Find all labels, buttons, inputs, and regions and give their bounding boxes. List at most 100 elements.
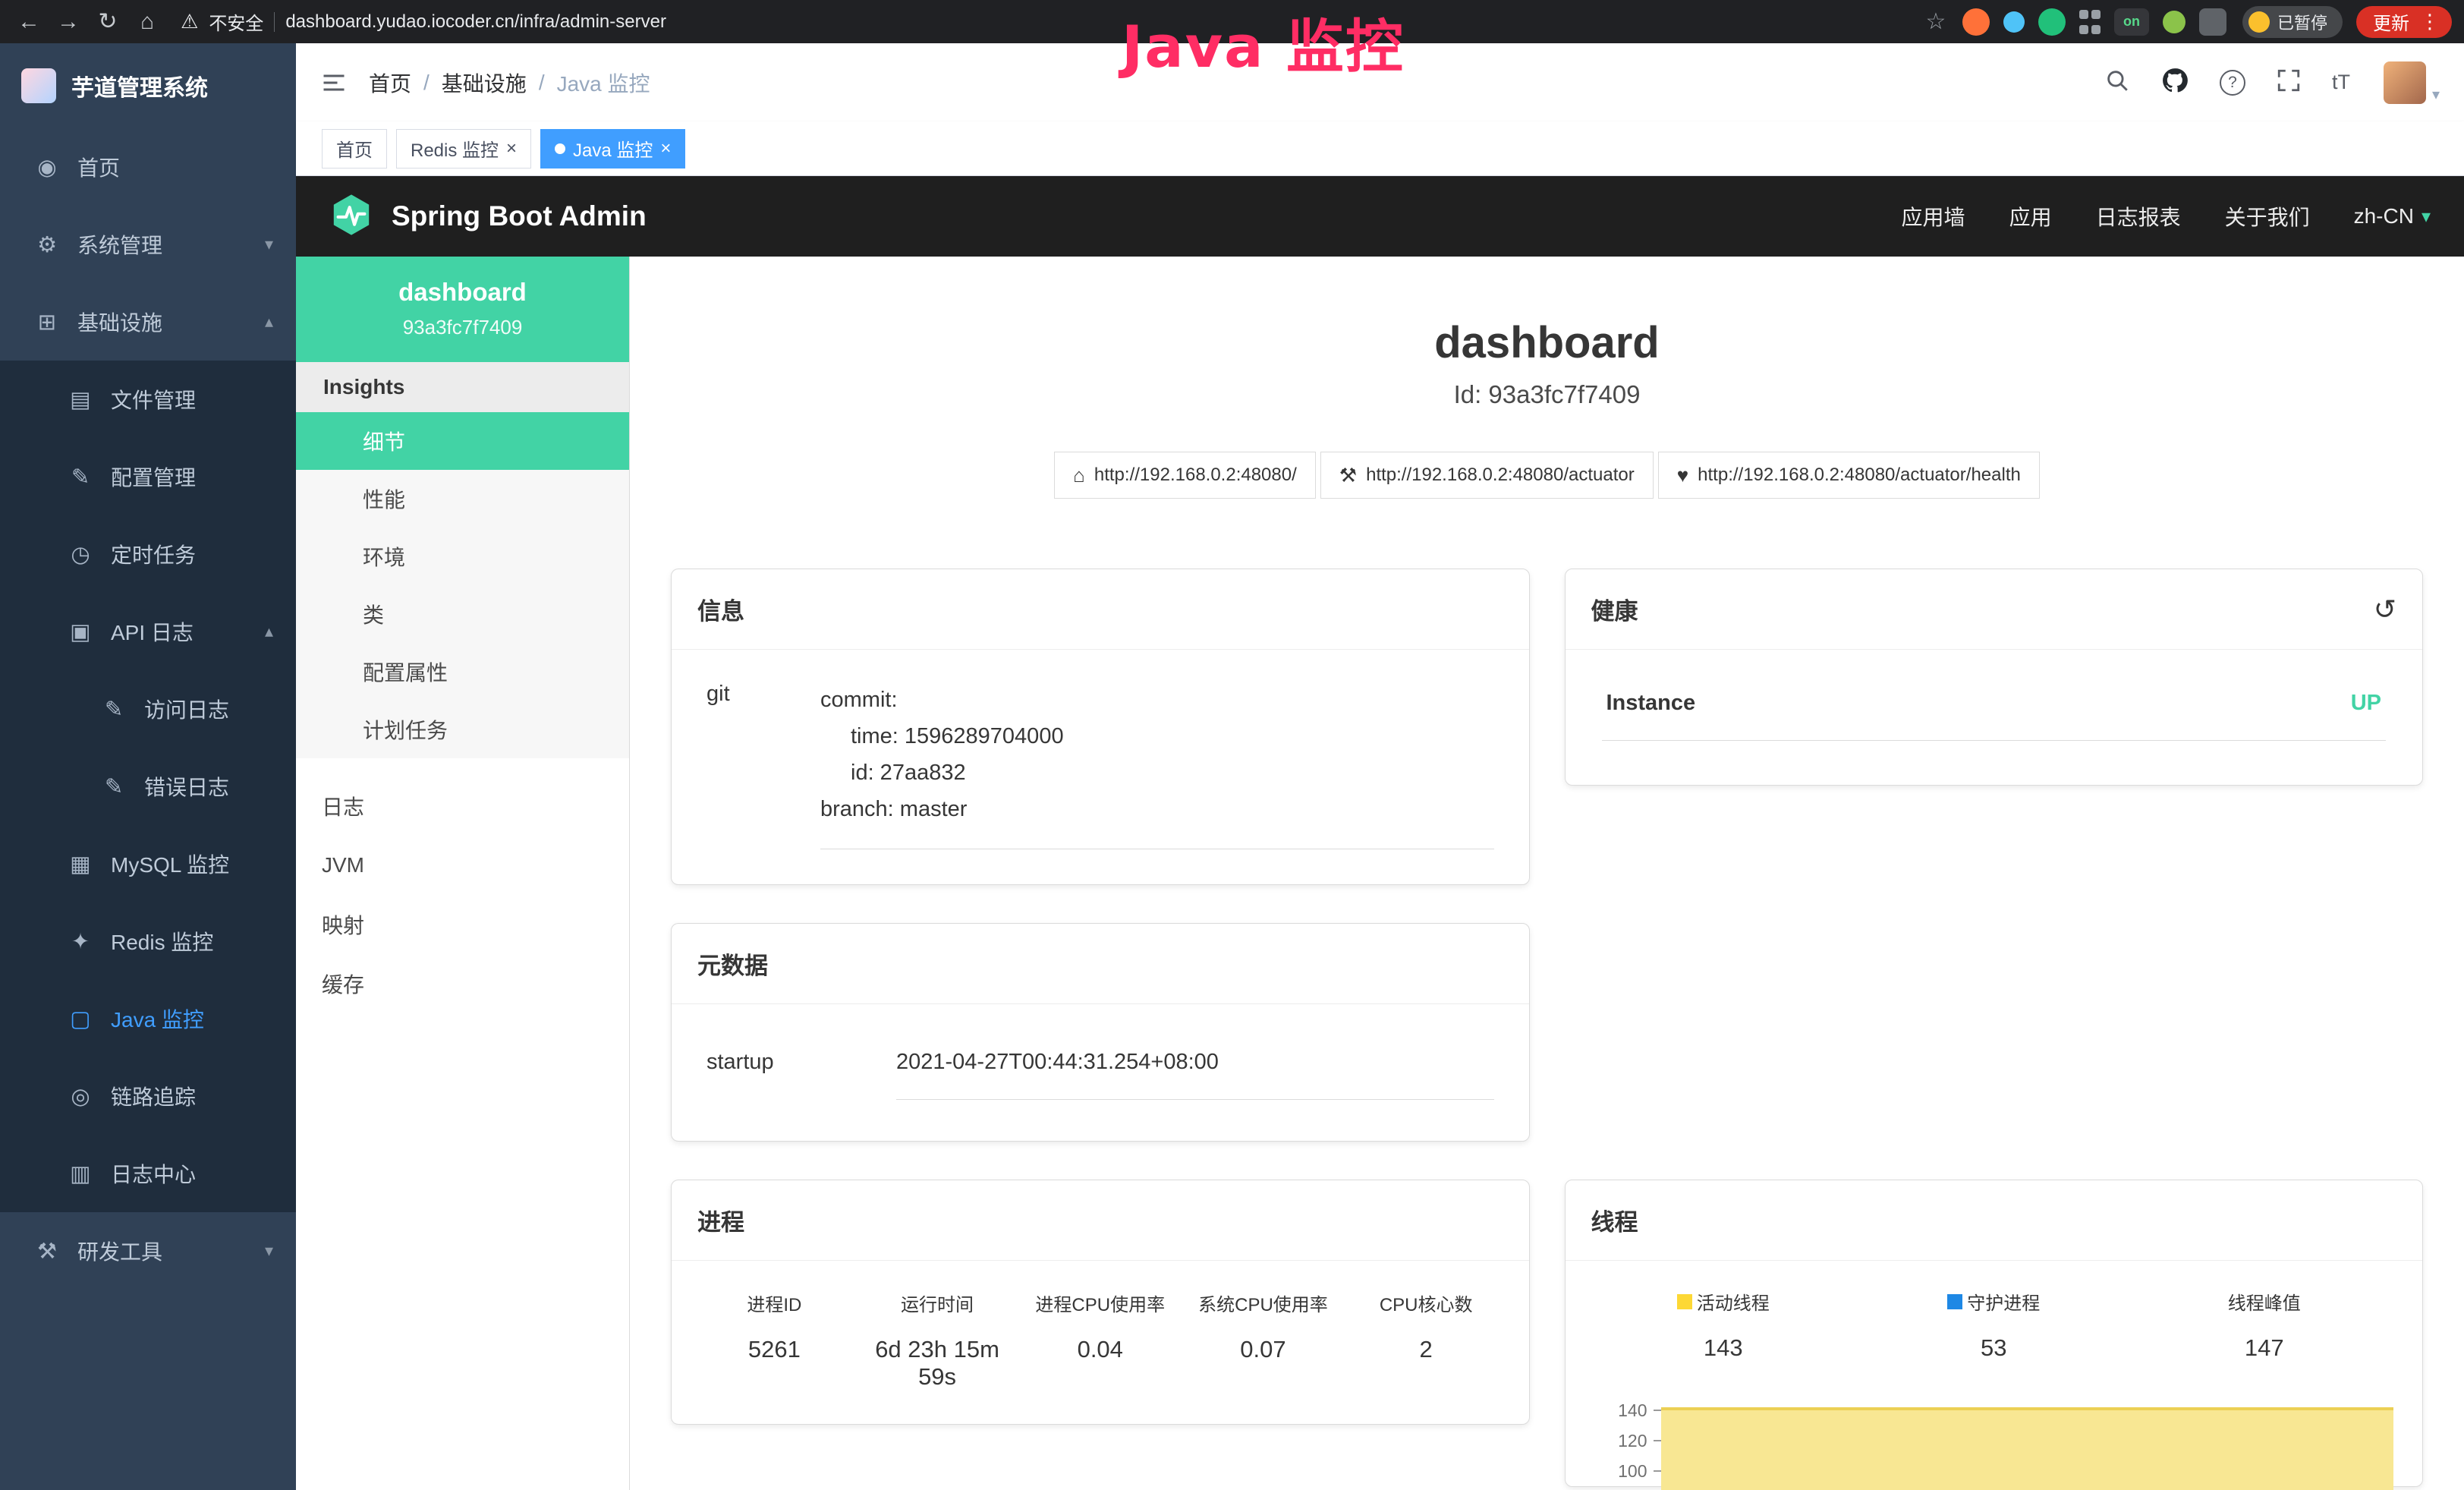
app-logo-row[interactable]: 芋道管理系统	[0, 43, 296, 128]
health-url-link[interactable]: ♥ http://192.168.0.2:48080/actuator/heal…	[1658, 452, 2040, 499]
sba-brand[interactable]: Spring Boot Admin	[329, 193, 647, 241]
extensions-grid-icon[interactable]	[2079, 8, 2101, 36]
app-menu: ◉ 首页 ⚙ 系统管理 ▾ ⊞ 基础设施 ▴ ▤ 文件管理 ✎ 配置管理	[0, 128, 296, 1490]
tags-bar: 首页 Redis 监控 × Java 监控 ×	[296, 121, 2464, 176]
sba-nav-wallboard[interactable]: 应用墙	[1902, 201, 1965, 232]
sidebar-item-system-management[interactable]: ⚙ 系统管理 ▾	[0, 206, 296, 283]
gear-icon: ⚙	[33, 232, 61, 258]
locale-select[interactable]: zh-CN ▾	[2354, 204, 2431, 228]
close-icon[interactable]: ×	[506, 138, 517, 159]
close-icon[interactable]: ×	[660, 138, 671, 159]
tag-java-monitor[interactable]: Java 监控 ×	[540, 129, 685, 169]
tag-home[interactable]: 首页	[322, 129, 387, 169]
sidebar-item-api-logs[interactable]: ▣ API 日志 ▴	[0, 593, 296, 670]
instance-item-logs[interactable]: 日志	[296, 777, 629, 836]
sidebar-item-dev-tools[interactable]: ⚒ 研发工具 ▾	[0, 1212, 296, 1290]
daemon-threads-swatch	[1947, 1294, 1962, 1309]
sidebar-item-redis-monitor[interactable]: ✦ Redis 监控	[0, 903, 296, 980]
sba-body: dashboard 93a3fc7f7409 Insights 细节 性能 环境…	[296, 257, 2464, 1490]
sidebar-item-log-center[interactable]: ▥ 日志中心	[0, 1135, 296, 1212]
instance-item-jvm[interactable]: JVM	[296, 836, 629, 895]
extension-y-icon[interactable]	[2038, 8, 2066, 36]
insights-item-classes[interactable]: 类	[296, 585, 629, 643]
chevron-down-icon: ▾	[265, 235, 273, 254]
sidebar-item-file-manager[interactable]: ▤ 文件管理	[0, 361, 296, 438]
history-icon[interactable]: ↺	[2374, 594, 2396, 625]
extensions-puzzle-icon[interactable]	[2199, 8, 2226, 36]
fullscreen-icon[interactable]	[2276, 68, 2302, 97]
sidebar-item-access-logs[interactable]: ✎ 访问日志	[0, 670, 296, 748]
browser-menu-icon[interactable]: ⋮	[2420, 10, 2440, 33]
extension-leaf-icon[interactable]	[2163, 11, 2186, 33]
sidebar-item-error-logs[interactable]: ✎ 错误日志	[0, 748, 296, 825]
sba-logo-icon	[329, 193, 373, 241]
status-badge: UP	[2351, 691, 2381, 716]
insights-item-environment[interactable]: 环境	[296, 528, 629, 585]
github-icon[interactable]	[2160, 66, 2189, 99]
process-col-value: 6d 23h 15m 59s	[856, 1336, 1019, 1391]
instance-item-mappings[interactable]: 映射	[296, 895, 629, 954]
bookmark-star-icon[interactable]: ☆	[1919, 5, 1953, 39]
sba-nav-journal[interactable]: 日志报表	[2096, 201, 2181, 232]
page-subtitle: Id: 93a3fc7f7409	[630, 380, 2464, 409]
app-sidebar: 芋道管理系统 ◉ 首页 ⚙ 系统管理 ▾ ⊞ 基础设施 ▴ ▤ 文件管理 ✎	[0, 43, 296, 1490]
sidebar-item-java-monitor[interactable]: ▢ Java 监控	[0, 980, 296, 1057]
metadata-row-value: 2021-04-27T00:44:31.254+08:00	[896, 1050, 1494, 1100]
browser-home-icon[interactable]: ⌂	[131, 5, 164, 39]
process-col-header: 进程ID	[693, 1290, 856, 1316]
insights-item-metrics[interactable]: 性能	[296, 470, 629, 528]
sidebar-item-config-manager[interactable]: ✎ 配置管理	[0, 438, 296, 515]
actuator-url-link[interactable]: ⚒ http://192.168.0.2:48080/actuator	[1320, 452, 1654, 499]
service-url-link[interactable]: ⌂ http://192.168.0.2:48080/	[1054, 452, 1316, 499]
extension-on-badge[interactable]: on	[2114, 8, 2149, 36]
sba-nav-applications[interactable]: 应用	[2009, 201, 2052, 232]
sidebar-item-mysql-monitor[interactable]: ▦ MySQL 监控	[0, 825, 296, 903]
user-menu[interactable]: ▾	[2384, 61, 2440, 104]
search-icon[interactable]	[2104, 68, 2130, 97]
help-icon[interactable]: ?	[2220, 70, 2245, 96]
forward-icon[interactable]: →	[52, 5, 85, 39]
smiley-icon	[2248, 11, 2270, 33]
process-table: 进程ID 5261 运行时间 6d 23h 15m 59s 进程CPU使用率 0…	[672, 1261, 1529, 1424]
sba-nav-about[interactable]: 关于我们	[2225, 201, 2310, 232]
refresh-icon[interactable]: ↻	[91, 5, 124, 39]
update-label: 更新	[2373, 8, 2409, 35]
wrench-icon: ⚒	[1339, 464, 1357, 487]
instance-items: 日志 JVM 映射 缓存	[296, 777, 629, 1013]
insights-item-config-props[interactable]: 配置属性	[296, 643, 629, 701]
insights-item-details[interactable]: 细节	[296, 412, 629, 470]
extension-drop-icon[interactable]	[2003, 11, 2025, 33]
heart-icon: ♥	[1677, 464, 1688, 487]
dashboard-icon: ◉	[33, 154, 61, 181]
api-log-icon: ▣	[67, 619, 94, 645]
font-size-icon[interactable]: tT	[2332, 71, 2350, 94]
process-col-value: 0.04	[1018, 1336, 1182, 1363]
app-frame: 芋道管理系统 ◉ 首页 ⚙ 系统管理 ▾ ⊞ 基础设施 ▴ ▤ 文件管理 ✎	[0, 43, 2464, 1490]
page-title: dashboard	[630, 317, 2464, 368]
breadcrumb-infrastructure[interactable]: 基础设施	[442, 68, 527, 98]
sidebar-item-scheduled-tasks[interactable]: ◷ 定时任务	[0, 515, 296, 593]
breadcrumb-home[interactable]: 首页	[369, 68, 411, 98]
instance-header[interactable]: dashboard 93a3fc7f7409	[296, 257, 629, 362]
sidebar-item-home[interactable]: ◉ 首页	[0, 128, 296, 206]
instance-item-caches[interactable]: 缓存	[296, 954, 629, 1013]
peak-threads-value: 147	[2129, 1334, 2400, 1362]
hamburger-icon[interactable]	[320, 69, 348, 96]
paused-badge[interactable]: 已暂停	[2242, 6, 2343, 38]
info-row-label: git	[706, 682, 820, 849]
back-icon[interactable]: ←	[12, 5, 46, 39]
config-edit-icon: ✎	[67, 464, 94, 490]
update-button[interactable]: 更新 ⋮	[2356, 6, 2452, 38]
extension-fox-icon[interactable]	[1962, 8, 1990, 36]
insights-item-scheduled-tasks[interactable]: 计划任务	[296, 701, 629, 758]
sidebar-item-infrastructure[interactable]: ⊞ 基础设施 ▴	[0, 283, 296, 361]
instance-links: ⌂ http://192.168.0.2:48080/ ⚒ http://192…	[630, 452, 2464, 499]
address-bar[interactable]: ⚠ 不安全 dashboard.yudao.iocoder.cn/infra/a…	[181, 5, 666, 39]
sba-nav: 应用墙 应用 日志报表 关于我们 zh-CN ▾	[1902, 201, 2431, 232]
dev-tools-icon: ⚒	[33, 1238, 61, 1265]
sidebar-item-trace[interactable]: ◎ 链路追踪	[0, 1057, 296, 1135]
tag-redis-monitor[interactable]: Redis 监控 ×	[396, 129, 531, 169]
sba-navbar: Spring Boot Admin 应用墙 应用 日志报表 关于我们 zh-CN…	[296, 176, 2464, 257]
threads-card: 线程 活动线程 143	[1565, 1180, 2424, 1487]
home-icon: ⌂	[1073, 464, 1085, 487]
